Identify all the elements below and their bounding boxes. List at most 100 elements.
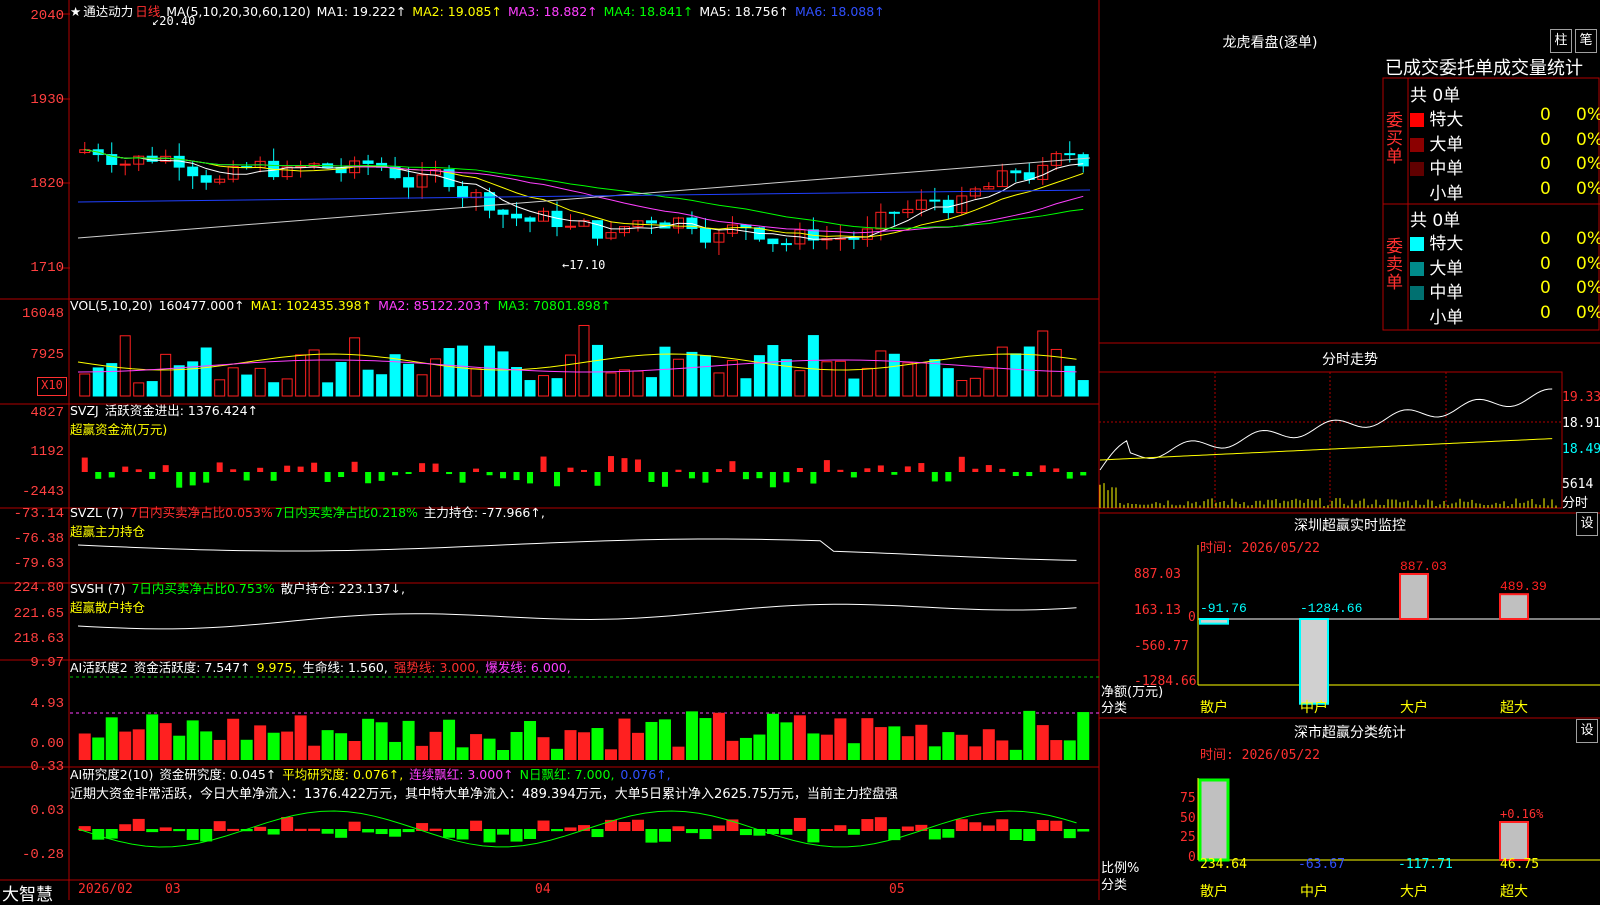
flow-bar [729,461,736,472]
monitor-settings-button[interactable]: 设 [1576,512,1598,536]
volume-bar [861,367,873,397]
activity-bar [820,734,833,760]
sell-row-value: 0 [1540,253,1551,274]
legend-swatch-icon [1410,186,1424,201]
research-bar [618,822,631,831]
buy-row-value: 0 [1540,178,1551,199]
vol-tick: 7925 [30,347,64,363]
monitor-tick: 163.13 [1134,603,1181,618]
flow-bar [891,472,898,475]
flow-bar [81,457,88,472]
svzl-tick: -79.63 [13,556,64,572]
ai1-c: 生命线: 1.560, [302,660,388,675]
activity-bar [483,738,496,760]
vol-unit-badge[interactable]: X10 [37,377,67,396]
research-bar [685,829,698,834]
volume-bar [335,362,347,397]
research-bar [901,826,914,831]
activity-bar [645,721,658,760]
activity-bar [1077,712,1090,760]
research-bar [928,829,941,840]
flow-bar [783,472,790,483]
activity-bar [591,728,604,760]
buy-row-pct: 0% [1576,105,1600,125]
svzl-header: SVZL (7) 7日内买卖净占比0.053% 7日内买卖净占比0.218% 主力… [70,502,547,540]
stock-name[interactable]: 通达动力 [83,4,133,19]
research-bar [537,820,550,831]
vol-ma3: MA3: 70801.898↑ [497,298,612,313]
flow-bar [284,465,291,472]
research-bar [861,819,874,831]
dragon-panel-title: 龙虎看盘(逐单) [1222,35,1318,51]
bar-view-button[interactable]: 柱 [1550,29,1572,53]
activity-bar [834,718,847,760]
activity-bar [780,722,793,760]
activity-bar [146,714,159,760]
volume-bar [308,349,320,397]
volume-bar [767,345,779,397]
ai2-label: AI研究度2(10) [70,767,154,782]
activity-bar [159,723,172,760]
flow-bar [823,460,830,472]
volume-bar [160,353,172,397]
svsh-header: SVSH (7) 7日内买卖净占比0.753% 散户持仓: 223.137↓, … [70,578,407,616]
activity-bar [578,732,590,760]
volume-bar [915,362,927,397]
activity-bar [510,731,523,760]
monitor-bar-label: 887.03 [1400,559,1447,574]
research-bar [402,829,415,833]
ma3-value: MA3: 18.882↑ [507,4,598,19]
buy-row: 小单 0 0% [1410,179,1600,204]
classify-value: 46.75 [1500,857,1540,872]
research-bar [146,829,159,833]
activity-bar [267,732,280,760]
research-bar [955,819,968,831]
buy-row-pct: 0% [1576,178,1600,199]
tick-view-button[interactable]: 笔 [1575,29,1597,53]
sell-row-value: 0 [1540,278,1551,298]
flow-bar [270,472,277,481]
volume-bar [389,354,401,397]
favorite-star-icon[interactable]: ★ [70,4,81,19]
research-bar [982,825,995,831]
svsh-a: 7日内买卖净占比0.753% [131,581,275,596]
buy-row-pct: 0% [1576,154,1600,174]
flow-bar [540,456,547,472]
activity-bar [348,741,361,760]
volume-bar [632,370,644,397]
classify-tick: 50 [1180,811,1196,826]
volume-bar [780,359,792,397]
vol-ma1: MA1: 102435.398↑ [250,298,373,313]
price-tick: 1930 [30,92,64,108]
flow-bar [769,472,776,488]
svsh-tick: 221.65 [13,606,64,622]
high-annotation: ↙20.40 [152,14,196,28]
flow-bar [1012,472,1019,477]
flow-bar [473,468,480,472]
activity-bar [1036,725,1049,760]
minute-trend-title: 分时走势 [1322,352,1378,368]
volume-bar [713,372,725,397]
volume-bar [902,362,914,397]
buy-orders-label: 委买单 [1386,111,1403,167]
flow-bar [648,472,655,482]
volume-bar [268,382,280,397]
monitor-xlabel: 分类 [1101,701,1128,716]
svzj-tick: -2443 [21,484,64,500]
monitor-category: 大户 [1400,699,1428,716]
brand-logo[interactable]: 大智慧 [2,880,53,905]
volume-bar [241,374,253,397]
svsh-label: SVSH (7) [70,581,126,596]
flow-bar [459,472,466,483]
activity-bar [685,711,698,760]
activity-bar [335,733,348,760]
ai2-d: N日飘红: 7.000, [519,767,615,782]
classify-settings-button[interactable]: 设 [1576,719,1598,743]
ai2-summary-text: 近期大资金非常活跃，今日大单净流入：1376.422万元，其中特大单净流入：48… [70,787,898,802]
candle-body [780,243,792,246]
buy-row-pct: 0% [1576,129,1600,150]
research-bar [564,827,577,831]
volume-bar [686,351,698,397]
candle-body [497,209,509,215]
research-bar [119,824,132,831]
